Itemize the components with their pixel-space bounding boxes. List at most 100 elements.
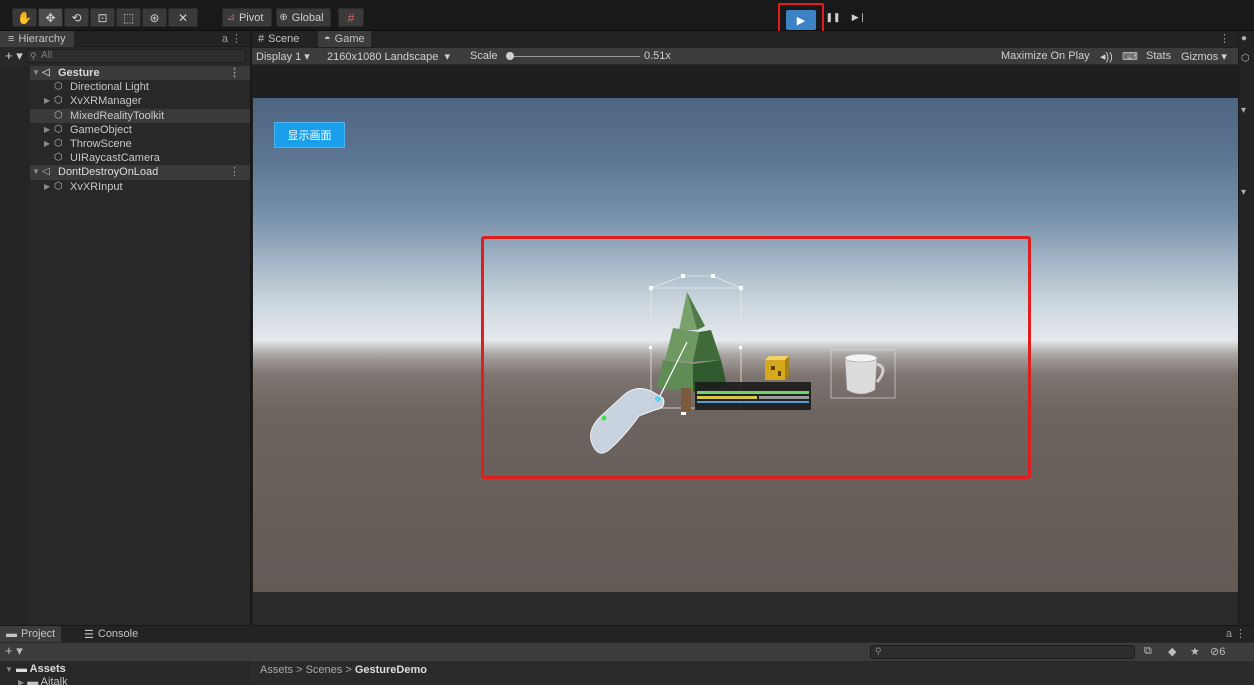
- scale-value: 0.51x: [644, 50, 671, 62]
- tree-row-dontdestroyonload-scene[interactable]: ▼ ◁ DontDestroyOnLoad ⋮: [30, 165, 250, 180]
- expand-arrow-icon[interactable]: ▶: [44, 180, 50, 194]
- expand-arrow-icon[interactable]: ▼: [32, 66, 40, 80]
- maximize-on-play-toggle[interactable]: Maximize On Play: [1001, 50, 1090, 62]
- gizmos-dropdown[interactable]: Gizmos ▾: [1181, 50, 1227, 63]
- label-icon[interactable]: ◆: [1168, 645, 1176, 658]
- console-tab-label: Console: [97, 628, 139, 640]
- gamepad-icon: ◓: [324, 33, 331, 45]
- expand-arrow-icon[interactable]: ▶: [44, 123, 50, 137]
- tab-hierarchy[interactable]: ≡ Hierarchy: [0, 31, 74, 47]
- keyboard-icon[interactable]: ⌨: [1122, 50, 1138, 63]
- scene-highlight-box: [481, 236, 1031, 479]
- tree-row-xvxrmanager[interactable]: ▶ ⬡ XvXRManager: [30, 94, 250, 108]
- inspector-rail: ● ⬡ ▾ ▾: [1239, 31, 1254, 625]
- resolution-dropdown[interactable]: 2160x1080 Landscape ▾: [327, 50, 450, 63]
- main-toolbar: ✋ ✥ ⟲ ⊡ ⬚ ⊛ ✕ ⊿ Pivot ⊕ Global # ▶ ❚❚ ▶❘: [0, 0, 1254, 36]
- hierarchy-search-input[interactable]: ⚲ All: [26, 49, 246, 63]
- lock-icon[interactable]: a ⋮: [222, 32, 242, 45]
- tab-project[interactable]: ▬ Project: [0, 626, 62, 642]
- scale-tool-button[interactable]: ⊡: [90, 8, 115, 27]
- breadcrumb-item[interactable]: Assets: [260, 664, 293, 676]
- gameobject-icon: ⬡: [54, 180, 63, 192]
- hidden-packages-icon[interactable]: ⊘6: [1210, 645, 1225, 658]
- tree-row-throwscene[interactable]: ▶ ⬡ ThrowScene: [30, 137, 250, 151]
- tree-row-gesture-scene[interactable]: ▼ ◁ Gesture ⋮: [30, 66, 250, 81]
- tree-row-directional-light[interactable]: ⬡ Directional Light: [30, 80, 250, 94]
- kebab-menu-icon[interactable]: ⋮: [229, 66, 240, 80]
- tab-console[interactable]: ☰ Console: [78, 626, 144, 642]
- project-tab-bar: ▬ Project ☰ Console a ⋮: [0, 626, 1254, 642]
- transform-tool-button[interactable]: ⊛: [142, 8, 167, 27]
- hierarchy-tab-bar: ≡ Hierarchy a ⋮: [0, 31, 250, 47]
- pivot-icon: ⊿: [226, 12, 235, 23]
- breadcrumb-item[interactable]: Scenes: [306, 664, 343, 676]
- display-dropdown[interactable]: Display 1 ▾: [256, 50, 310, 63]
- search-icon: ⚲: [30, 51, 37, 61]
- collapse-arrow-icon[interactable]: ▾: [1241, 187, 1246, 198]
- grid-snap-button[interactable]: #: [338, 8, 364, 27]
- tab-game[interactable]: ◓ Game: [318, 31, 371, 47]
- scene-icon: ◁: [42, 67, 50, 78]
- tree-row-mixedrealitytoolkit[interactable]: ⬡ MixedRealityToolkit: [30, 108, 250, 123]
- project-search-input[interactable]: ⚲: [870, 645, 1135, 659]
- kebab-menu-icon[interactable]: ⋮: [1219, 32, 1230, 45]
- global-toggle[interactable]: ⊕ Global: [276, 8, 331, 27]
- hand-tool-button[interactable]: ✋: [12, 8, 37, 27]
- step-button[interactable]: ▶❘: [848, 8, 870, 27]
- info-icon[interactable]: ●: [1241, 33, 1247, 44]
- display-label: Display 1: [256, 51, 302, 63]
- tree-row-label: Directional Light: [70, 81, 149, 94]
- hand-icon: ✋: [17, 10, 32, 25]
- game-viewport[interactable]: 显示画面: [253, 98, 1238, 592]
- expand-arrow-icon[interactable]: ▶: [44, 137, 50, 151]
- tab-scene[interactable]: # Scene: [252, 31, 305, 47]
- kebab-menu-icon[interactable]: ⋮: [229, 165, 240, 179]
- scene-grid-icon: #: [258, 33, 265, 45]
- rect-tool-button[interactable]: ⬚: [116, 8, 141, 27]
- custom-tool-button[interactable]: ✕: [168, 8, 198, 27]
- expand-arrow-icon[interactable]: ▶: [18, 678, 24, 685]
- play-button[interactable]: ▶: [786, 10, 816, 30]
- rotate-tool-button[interactable]: ⟲: [64, 8, 89, 27]
- pivot-toggle[interactable]: ⊿ Pivot: [222, 8, 272, 27]
- create-asset-button[interactable]: + ▾: [5, 643, 23, 659]
- gameobject-icon: ⬡: [54, 81, 63, 93]
- tree-row-label: ThrowScene: [70, 137, 132, 150]
- tree-row-label: Gesture: [58, 67, 100, 79]
- add-object-button[interactable]: + ▾: [5, 48, 23, 64]
- scale-slider-track[interactable]: [510, 56, 640, 57]
- expand-arrow-icon[interactable]: ▼: [32, 165, 40, 179]
- globe-icon: ⊕: [279, 12, 288, 23]
- tree-row-xvxrinput[interactable]: ▶ ⬡ XvXRInput: [30, 180, 250, 194]
- mute-audio-icon[interactable]: ◂)): [1100, 50, 1113, 63]
- grid-snap-icon: #: [347, 10, 355, 25]
- game-tab-label: Game: [334, 33, 365, 45]
- move-tool-button[interactable]: ✥: [38, 8, 63, 27]
- lock-icon[interactable]: a ⋮: [1226, 627, 1246, 640]
- game-options-bar: Display 1 ▾ 2160x1080 Landscape ▾ Scale …: [252, 48, 1238, 65]
- favorite-star-icon[interactable]: ★: [1190, 645, 1200, 658]
- expand-arrow-icon[interactable]: ▶: [44, 94, 50, 108]
- tree-row-label: GameObject: [70, 123, 132, 136]
- scale-label: Scale: [470, 50, 498, 62]
- hidden-count: 6: [1219, 646, 1226, 658]
- scale-slider-handle[interactable]: [506, 52, 514, 60]
- folder-row-aitalk[interactable]: ▶ ▬ Aitalk: [18, 676, 68, 685]
- filter-type-icon[interactable]: ⧉: [1144, 645, 1152, 658]
- assets-folder-label: Assets: [29, 663, 66, 675]
- expand-arrow-icon[interactable]: ▼: [5, 665, 13, 674]
- collapse-arrow-icon[interactable]: ▾: [1241, 105, 1246, 116]
- console-icon: ☰: [84, 628, 94, 641]
- folder-row-assets[interactable]: ▼ ▬ Assets: [5, 663, 66, 675]
- tree-row-uiraycastcamera[interactable]: ⬡ UIRaycastCamera: [30, 151, 250, 165]
- hierarchy-indent-strip: [0, 66, 30, 625]
- stats-label: Stats: [1146, 50, 1172, 62]
- cube-icon[interactable]: ⬡: [1241, 53, 1250, 64]
- gameobject-icon: ⬡: [54, 152, 63, 164]
- gameobject-icon: ⬡: [54, 137, 63, 149]
- stats-toggle[interactable]: Stats: [1146, 50, 1171, 62]
- tree-row-gameobject[interactable]: ▶ ⬡ GameObject: [30, 123, 250, 137]
- tree-row-label: XvXRManager: [70, 95, 142, 108]
- pause-button[interactable]: ❚❚: [822, 8, 844, 27]
- maximize-label: Maximize On Play: [1001, 50, 1090, 62]
